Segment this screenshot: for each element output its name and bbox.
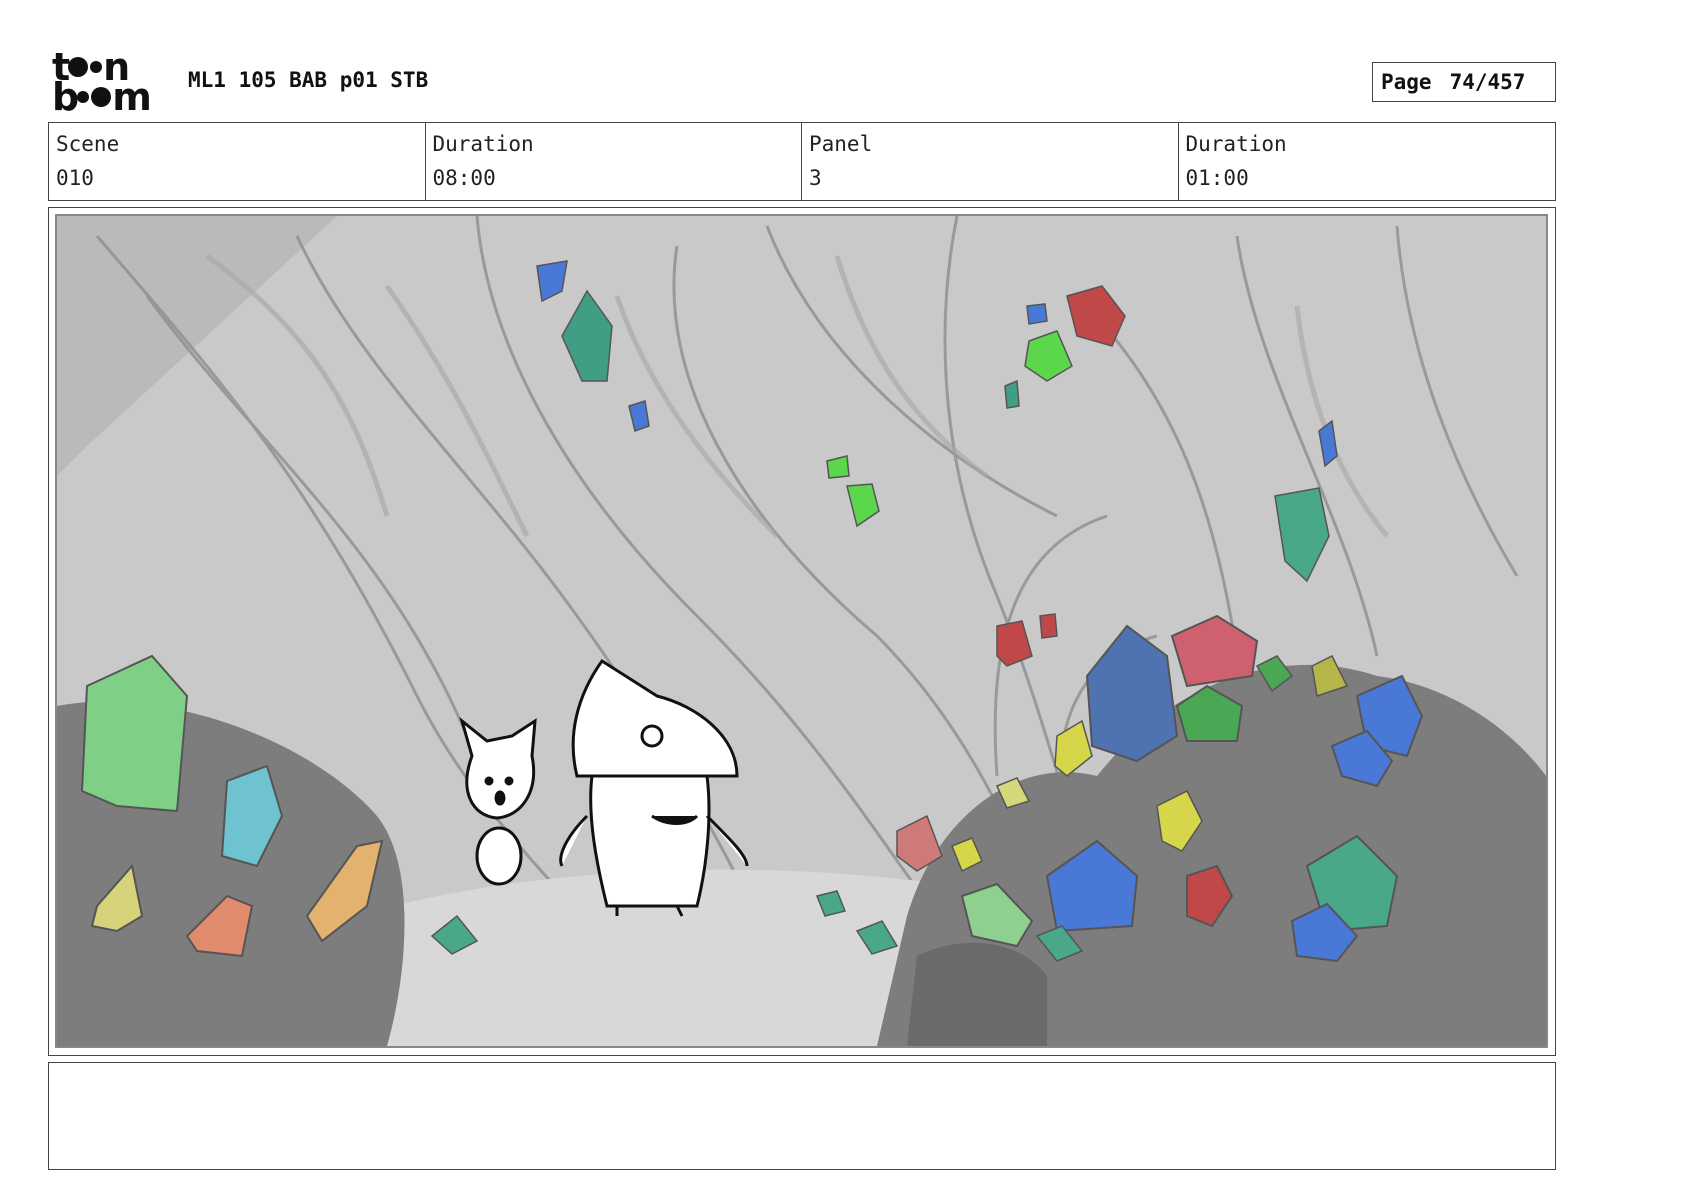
storyboard-panel-frame (48, 207, 1556, 1056)
panel-duration-cell: Duration 01:00 (1179, 123, 1556, 200)
page-label: Page (1381, 70, 1432, 94)
panel-cell: Panel 3 (802, 123, 1179, 200)
panel-notes-box (48, 1062, 1556, 1170)
panel-duration-label: Duration (1185, 132, 1287, 156)
panel-duration-value: 01:00 (1185, 166, 1249, 190)
page-indicator: Page 74/457 (1372, 62, 1556, 102)
panel-label: Panel (809, 132, 873, 156)
panel-value: 3 (809, 166, 822, 190)
scene-cell: Scene 010 (49, 123, 426, 200)
scene-duration-cell: Duration 08:00 (426, 123, 802, 200)
scene-info-table: Scene 010 Duration 08:00 Panel 3 Duratio… (48, 122, 1556, 201)
document-title: ML1 105 BAB p01 STB (188, 68, 429, 92)
storyboard-panel-image (55, 214, 1548, 1048)
scene-duration-value: 08:00 (432, 166, 496, 190)
scene-value: 010 (56, 166, 94, 190)
toon-boom-logo: tn bm (52, 45, 152, 119)
page-number: 74/457 (1449, 70, 1526, 94)
scene-duration-label: Duration (432, 132, 534, 156)
scene-label: Scene (56, 132, 120, 156)
cave-scene-illustration (57, 216, 1546, 1046)
